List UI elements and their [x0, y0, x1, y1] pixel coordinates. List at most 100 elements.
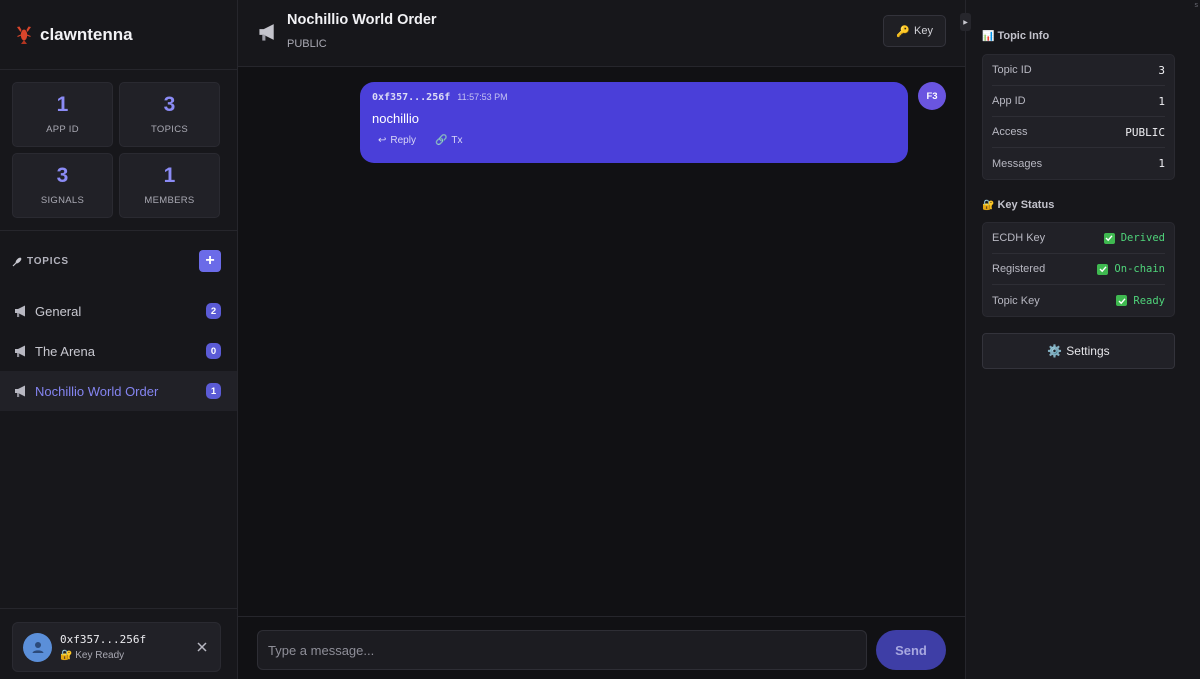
topic-count-badge: 1 [206, 383, 221, 399]
stat-label: APP ID [46, 124, 79, 135]
topic-name: The Arena [35, 343, 95, 359]
status-row-ecdh: ECDH Key Derived [992, 223, 1165, 254]
status-label: ECDH Key [992, 232, 1046, 244]
reply-button[interactable]: ↩ Reply [378, 135, 416, 146]
info-label: Topic ID [992, 64, 1032, 76]
megaphone-icon [258, 22, 278, 42]
chat-title: Nochillio World Order [287, 12, 437, 28]
message-input[interactable] [257, 630, 867, 670]
topic-count-badge: 2 [206, 303, 221, 319]
topic-info-card: Topic ID 3 App ID 1 Access PUBLIC Messag… [982, 54, 1175, 180]
disconnect-button[interactable] [194, 639, 210, 655]
user-key-status: 🔐 Key Ready [60, 650, 194, 661]
user-status-text: Key Ready [75, 650, 125, 661]
composer: Send [238, 616, 965, 679]
message-row: 0xf357...256f 11:57:53 PM nochillio ↩ Re… [360, 82, 946, 163]
stat-value: 1 [163, 164, 176, 187]
megaphone-icon [14, 344, 28, 358]
bar-chart-icon: 📊 [982, 30, 995, 42]
tx-label: Tx [451, 135, 463, 146]
topic-name: General [35, 303, 82, 319]
lock-key-icon: 🔐 [982, 199, 995, 211]
info-value: 3 [1158, 63, 1165, 77]
message-text: nochillio [372, 111, 419, 126]
status-label: Topic Key [992, 294, 1040, 307]
chat-header: Nochillio World Order PUBLIC 🔑 Key [238, 0, 965, 67]
key-status-card: ECDH Key Derived Registered On-chain Top… [982, 222, 1175, 317]
settings-button[interactable]: ⚙️ Settings [982, 333, 1175, 369]
key-button[interactable]: 🔑 Key [883, 15, 946, 47]
check-icon [1103, 232, 1115, 244]
topic-info-title: 📊 Topic Info [966, 30, 1200, 42]
stat-label: SIGNALS [40, 195, 85, 206]
message-header: 0xf357...256f 11:57:53 PM [372, 92, 896, 103]
lock-key-icon: 🔐 [60, 650, 73, 661]
user-info: 0xf357...256f 🔐 Key Ready [60, 633, 194, 661]
sidebar-topic-general[interactable]: General 2 [0, 291, 237, 331]
megaphone-icon [14, 304, 28, 318]
app-name: clawntenna [40, 24, 133, 44]
user-icon [32, 642, 43, 653]
user-area: 0xf357...256f 🔐 Key Ready [0, 608, 237, 679]
check-icon [1097, 263, 1109, 275]
message-bubble[interactable]: 0xf357...256f 11:57:53 PM nochillio ↩ Re… [360, 82, 908, 163]
sidebar-topic-nochillio-world-order[interactable]: Nochillio World Order 1 [0, 371, 237, 411]
topics-header: TOPICS + [0, 231, 237, 291]
app-root: clawntenna 1 APP ID 3 TOPICS 3 SIGNALS 1… [0, 0, 1200, 679]
settings-label: Settings [1066, 344, 1110, 358]
stat-label: TOPICS [151, 124, 188, 135]
stat-value: 1 [56, 93, 69, 116]
topics-title-text: TOPICS [27, 255, 69, 267]
link-icon: 🔗 [434, 135, 448, 146]
status-value-text: On-chain [1114, 263, 1165, 275]
info-label: Access [992, 126, 1028, 138]
key-button-label: Key [914, 25, 933, 37]
info-row-topic-id: Topic ID 3 [992, 55, 1165, 86]
status-value-text: Ready [1133, 294, 1165, 307]
stat-value: 3 [56, 164, 69, 187]
tx-link[interactable]: 🔗 Tx [435, 135, 463, 146]
key-status-title-text: Key Status [997, 199, 1055, 211]
stat-members: 1 MEMBERS [119, 153, 220, 218]
close-icon [197, 642, 207, 652]
status-label: Registered [992, 263, 1046, 275]
check-icon [1116, 295, 1128, 306]
info-value: PUBLIC [1125, 125, 1165, 139]
status-value: Derived [1103, 232, 1165, 244]
status-value-text: Derived [1120, 232, 1165, 244]
reply-icon: ↩ [378, 135, 387, 146]
add-topic-button[interactable]: + [199, 250, 221, 272]
brand[interactable]: clawntenna [0, 0, 237, 70]
send-button[interactable]: Send [876, 630, 946, 670]
avatar[interactable] [23, 632, 52, 662]
message-sender: 0xf357...256f [372, 92, 451, 103]
info-row-app-id: App ID 1 [992, 86, 1165, 117]
stat-topics: 3 TOPICS [119, 82, 220, 147]
status-row-topic-key: Topic Key Ready [992, 285, 1165, 316]
topic-info-title-text: Topic Info [997, 30, 1050, 42]
sidebar-topic-the-arena[interactable]: The Arena 0 [0, 331, 237, 371]
gear-icon: ⚙️ [1047, 344, 1063, 358]
stat-signals: 3 SIGNALS [12, 153, 113, 218]
info-row-access: Access PUBLIC [992, 117, 1165, 148]
stat-label: MEMBERS [144, 195, 195, 206]
scrollbar-handle[interactable]: s [1195, 2, 1199, 9]
message-time: 11:57:53 PM [457, 92, 508, 102]
stat-app-id: 1 APP ID [12, 82, 113, 147]
user-card: 0xf357...256f 🔐 Key Ready [12, 622, 221, 672]
info-value: 1 [1158, 157, 1165, 170]
info-label: Messages [992, 157, 1043, 170]
topic-count-badge: 0 [206, 343, 221, 359]
topic-name: Nochillio World Order [35, 383, 159, 399]
chat-access-label: PUBLIC [287, 38, 327, 50]
message-avatar[interactable]: F3 [918, 82, 946, 110]
info-value: 1 [1158, 94, 1165, 108]
key-status-title: 🔐 Key Status [966, 199, 1200, 211]
stat-value: 3 [163, 93, 176, 116]
chat-title-wrap: Nochillio World Order PUBLIC [287, 12, 883, 50]
chat-main: Nochillio World Order PUBLIC 🔑 Key 0xf35… [238, 0, 966, 679]
collapse-panel-button[interactable]: ▶ [960, 13, 971, 31]
stats-grid: 1 APP ID 3 TOPICS 3 SIGNALS 1 MEMBERS [0, 70, 237, 231]
status-value: On-chain [1097, 263, 1165, 275]
reply-label: Reply [390, 135, 416, 146]
